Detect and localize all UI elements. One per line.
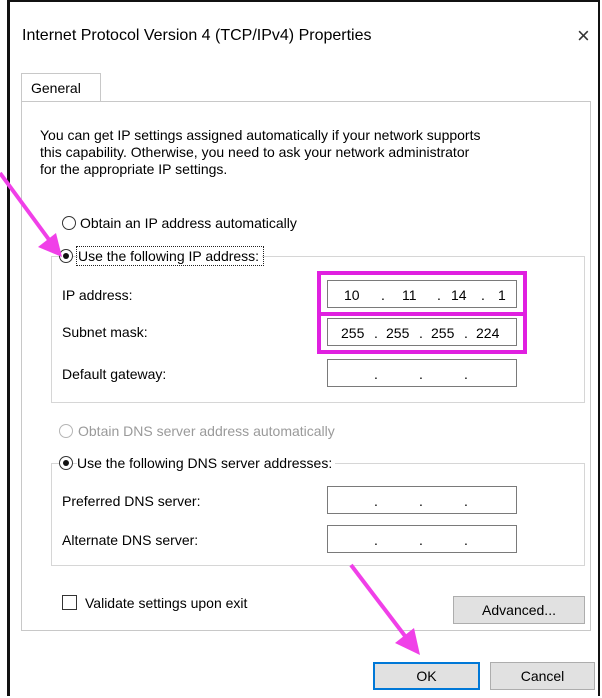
obtain-dns-auto-radio[interactable]	[59, 424, 73, 438]
validate-checkbox[interactable]	[62, 595, 77, 610]
preferred-dns-input[interactable]: . . .	[327, 486, 517, 514]
ip-dot: .	[374, 493, 378, 509]
intro-line: You can get IP settings assigned automat…	[40, 127, 481, 143]
close-icon[interactable]: ×	[577, 23, 590, 49]
subnet-mask-label: Subnet mask:	[62, 324, 148, 340]
intro-text: You can get IP settings assigned automat…	[40, 127, 580, 178]
ip-dot: .	[374, 366, 378, 382]
ip-address-highlight	[317, 271, 527, 316]
intro-line: for the appropriate IP settings.	[40, 161, 228, 177]
alternate-dns-input[interactable]: . . .	[327, 525, 517, 553]
dialog-title: Internet Protocol Version 4 (TCP/IPv4) P…	[22, 27, 372, 44]
tab-general[interactable]: General	[21, 73, 101, 101]
cancel-button[interactable]: Cancel	[490, 662, 595, 690]
alternate-dns-label: Alternate DNS server:	[62, 532, 199, 548]
ip-dot: .	[419, 366, 423, 382]
default-gateway-label: Default gateway:	[62, 366, 167, 382]
obtain-ip-auto-label: Obtain an IP address automatically	[80, 215, 300, 231]
obtain-ip-auto-radio[interactable]	[62, 216, 76, 230]
use-following-dns-radio[interactable]	[59, 456, 73, 470]
ip-dot: .	[419, 532, 423, 548]
use-following-ip-radio[interactable]	[59, 249, 73, 263]
default-gateway-input[interactable]: . . .	[327, 359, 517, 387]
ip-dot: .	[419, 493, 423, 509]
intro-line: this capability. Otherwise, you need to …	[40, 144, 470, 160]
ip-dot: .	[374, 532, 378, 548]
advanced-button[interactable]: Advanced...	[453, 596, 585, 624]
use-following-dns-label: Use the following DNS server addresses:	[77, 455, 336, 471]
ip-dot: .	[464, 366, 468, 382]
validate-label: Validate settings upon exit	[85, 595, 248, 611]
ip-dot: .	[464, 532, 468, 548]
subnet-mask-highlight	[317, 312, 527, 354]
preferred-dns-label: Preferred DNS server:	[62, 493, 201, 509]
use-following-ip-label: Use the following IP address:	[75, 246, 265, 266]
ip-dot: .	[464, 493, 468, 509]
obtain-dns-auto-label: Obtain DNS server address automatically	[78, 423, 338, 439]
ip-address-label: IP address:	[62, 287, 133, 303]
ok-button[interactable]: OK	[373, 662, 480, 690]
